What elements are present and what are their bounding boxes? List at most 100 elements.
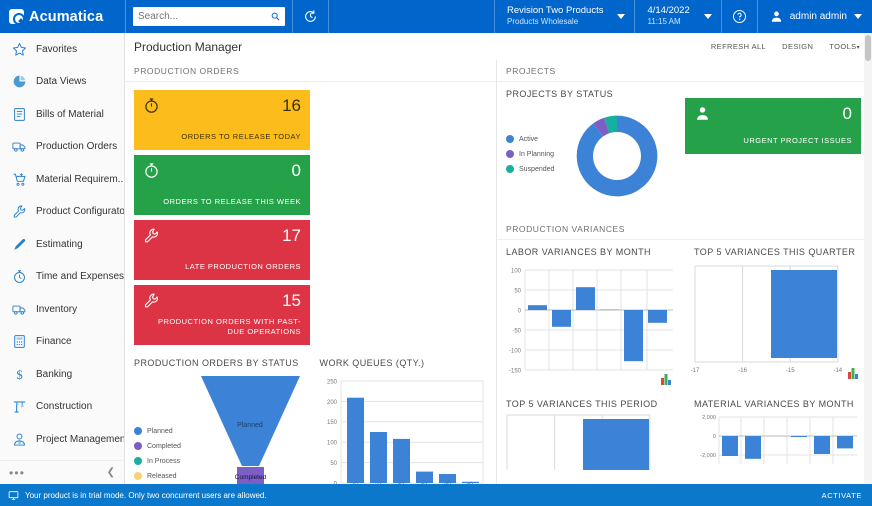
bar-chart-graphic: 2,000 0 -2,000 <box>685 412 869 470</box>
activate-button[interactable]: ACTIVATE <box>822 491 862 500</box>
work-queues-chart[interactable]: 250 200 150 100 50 0 <box>311 371 497 484</box>
sidebar-item-label: Material Requirem... <box>36 174 124 185</box>
sidebar-item-estimating[interactable]: Estimating <box>0 228 124 261</box>
sidebar-item-data-views[interactable]: Data Views <box>0 66 124 99</box>
sidebar-item-material-requirements[interactable]: Material Requirem... <box>0 163 124 196</box>
kpi-tile-past-due-operations[interactable]: 15 PRODUCTION ORDERS WITH PAST-DUE OPERA… <box>134 285 310 345</box>
sidebar-item-bills-of-material[interactable]: Bills of Material <box>0 98 124 131</box>
funnel-chart[interactable]: Planned Completed In Process Released Pl… <box>125 371 311 484</box>
kpi-tile-orders-to-release-this-week[interactable]: 0 ORDERS TO RELEASE THIS WEEK <box>134 155 310 215</box>
projects-donut-chart[interactable]: Active In Planning Suspended <box>497 102 685 214</box>
collapse-sidebar-icon[interactable]: ❮ <box>107 467 115 478</box>
main-scrollbar[interactable] <box>864 33 872 484</box>
widget-title: TOP 5 VARIANCES THIS PERIOD <box>497 392 685 412</box>
svg-text:200: 200 <box>326 400 337 406</box>
sidebar-item-label: Favorites <box>36 44 77 55</box>
help-button[interactable] <box>722 0 757 33</box>
svg-text:-100: -100 <box>509 348 522 354</box>
search-icon[interactable] <box>271 12 280 21</box>
widget-title: PRODUCTION ORDERS BY STATUS <box>125 351 311 371</box>
caret-down-icon: ▾ <box>857 45 860 51</box>
bar-chart-graphic: 100 50 0 -50 -100 -150 <box>497 260 681 390</box>
search-input[interactable] <box>138 11 271 22</box>
top5-quarter-chart[interactable]: -17 -16 -15 -14 <box>685 260 872 392</box>
recent-history-button[interactable] <box>293 0 328 33</box>
tools-menu-button[interactable]: TOOLS▾ <box>829 42 860 51</box>
svg-text:250: 250 <box>326 379 337 385</box>
cart-plus-icon <box>12 172 27 187</box>
legend-label: Released <box>147 473 177 480</box>
user-name: admin admin <box>790 11 847 22</box>
labor-variances-chart[interactable]: 100 50 0 -50 -100 -150 <box>497 260 685 392</box>
sidebar-item-label: Production Orders <box>36 141 117 152</box>
sidebar-item-time-and-expenses[interactable]: Time and Expenses <box>0 261 124 294</box>
pen-icon <box>12 237 27 252</box>
kpi-tile-orders-to-release-today[interactable]: 16 ORDERS TO RELEASE TODAY <box>134 90 310 150</box>
branch-name: Products Wholesale <box>507 17 603 27</box>
history-refresh-icon[interactable] <box>303 9 318 24</box>
design-button[interactable]: DESIGN <box>782 42 813 51</box>
acumatica-logo-icon <box>9 9 24 24</box>
kpi-value: 17 <box>282 227 301 244</box>
funnel-graphic: Planned Completed In Process Released <box>193 371 308 484</box>
branch-selector[interactable]: Revision Two Products Products Wholesale <box>495 0 634 33</box>
chart-type-icon <box>661 374 671 385</box>
donut-graphic <box>569 106 665 206</box>
widget-work-queues: WORK QUEUES (QTY.) <box>311 351 497 484</box>
star-icon <box>12 42 27 57</box>
sidebar-item-inventory[interactable]: Inventory <box>0 293 124 326</box>
variances-row-1: LABOR VARIANCES BY MONTH <box>497 240 872 392</box>
legend-swatch <box>506 135 514 143</box>
legend-item: Planned <box>134 427 181 435</box>
legend-item: Active <box>506 135 554 143</box>
legend-swatch <box>134 427 142 435</box>
sidebar-item-product-configurator[interactable]: Product Configurator <box>0 196 124 229</box>
more-menu-button[interactable]: ••• <box>9 467 25 479</box>
sidebar-item-favorites[interactable]: Favorites <box>0 33 124 66</box>
svg-text:50: 50 <box>514 288 521 294</box>
projects-variances-panel: PROJECTS PROJECTS BY STATUS Active In Pl… <box>497 60 872 484</box>
svg-text:-15: -15 <box>786 368 795 374</box>
help-circle-icon[interactable] <box>732 9 747 24</box>
sidebar-item-project-management[interactable]: Project Management <box>0 423 124 456</box>
monitor-icon <box>8 490 19 501</box>
business-time: 11:15 AM <box>647 17 689 27</box>
page-title: Production Manager <box>134 40 695 54</box>
legend-label: Completed <box>147 443 181 450</box>
legend-label: Planned <box>147 428 173 435</box>
legend-label: Active <box>519 136 538 143</box>
charts-row: PRODUCTION ORDERS BY STATUS Planned Comp… <box>125 351 496 484</box>
kpi-tile-urgent-project-issues[interactable]: 0 URGENT PROJECT ISSUES <box>685 98 861 154</box>
widget-top5-quarter: TOP 5 VARIANCES THIS QUARTER <box>685 240 872 392</box>
chevron-down-icon[interactable] <box>854 14 862 19</box>
refresh-all-button[interactable]: REFRESH ALL <box>711 42 766 51</box>
kpi-value: 16 <box>282 97 301 114</box>
legend-swatch <box>506 150 514 158</box>
trial-message: Your product is in trial mode. Only two … <box>25 491 816 500</box>
scrollbar-thumb[interactable] <box>865 35 871 61</box>
business-date-selector[interactable]: 4/14/2022 11:15 AM <box>635 0 720 33</box>
projects-row: PROJECTS BY STATUS Active In Planning Su… <box>497 82 872 214</box>
widget-title: PROJECTS BY STATUS <box>497 82 685 102</box>
search-box[interactable] <box>133 7 285 26</box>
material-variances-chart[interactable]: 2,000 0 -2,000 <box>685 412 872 472</box>
sidebar-item-banking[interactable]: $ Banking <box>0 358 124 391</box>
kpi-label: LATE PRODUCTION ORDERS <box>143 262 301 271</box>
kpi-tile-late-production-orders[interactable]: 17 LATE PRODUCTION ORDERS <box>134 220 310 280</box>
sidebar-item-label: Bills of Material <box>36 109 104 120</box>
widget-title: TOP 5 VARIANCES THIS QUARTER <box>685 240 872 260</box>
top5-period-chart[interactable] <box>497 412 685 472</box>
user-menu[interactable]: admin admin <box>758 0 872 33</box>
sidebar-item-finance[interactable]: Finance <box>0 326 124 359</box>
wrench-icon <box>143 227 160 244</box>
sidebar-item-label: Time and Expenses <box>36 271 124 282</box>
widget-urgent-project-issues: 0 URGENT PROJECT ISSUES <box>685 82 872 214</box>
chevron-down-icon[interactable] <box>617 14 625 19</box>
kpi-tiles: 16 ORDERS TO RELEASE TODAY 0 O <box>125 82 496 345</box>
sidebar-item-production-orders[interactable]: Production Orders <box>0 131 124 164</box>
brand-logo[interactable]: Acumatica <box>0 0 125 33</box>
sidebar-item-label: Construction <box>36 401 92 412</box>
chevron-down-icon[interactable] <box>704 14 712 19</box>
legend-item: Released <box>134 472 181 480</box>
sidebar-item-construction[interactable]: Construction <box>0 391 124 424</box>
